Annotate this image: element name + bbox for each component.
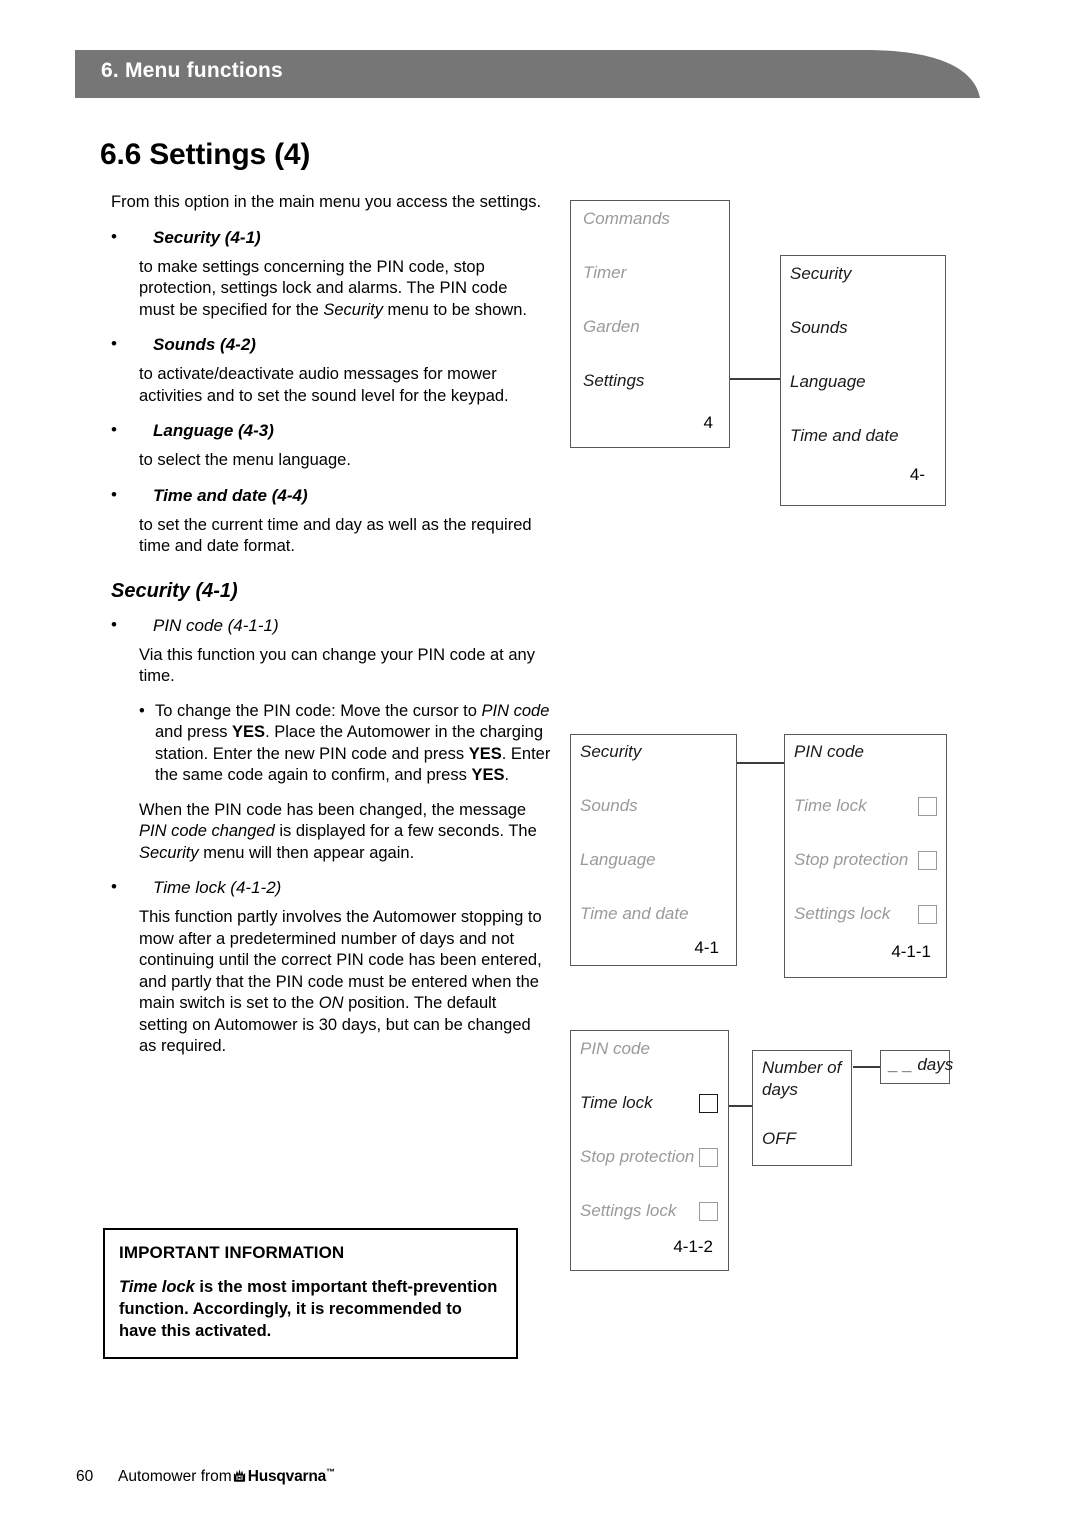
security-menu-box-2[interactable]: PIN code Time lock Stop protection Setti… [570,1030,729,1271]
intro-paragraph: From this option in the main menu you ac… [111,193,542,211]
time-lock-emphasis-on: ON [318,994,344,1012]
important-emphasis-time-lock: Time lock [119,1278,195,1296]
bullet-body-security: to make settings concerning the PIN code… [139,257,543,322]
pin-code-change-steps: To change the PIN code: Move the cursor … [111,701,555,787]
menu-item-settings-lock[interactable]: Settings lock [794,904,890,924]
husqvarna-brand: Husqvarna ™ [232,1466,335,1486]
bullet-heading-pin-code: PIN code (4-1-1) [111,614,543,637]
menu-code-security: 4-1 [694,938,719,957]
menu-item-security[interactable]: Security [580,742,641,762]
menu-code-pin-code: 4-1-1 [891,942,931,961]
pin-code-changed-message: When the PIN code has been changed, the … [139,800,543,865]
checkbox-settings-lock[interactable] [699,1202,718,1221]
pin-code-intro: Via this function you can change your PI… [139,645,535,686]
menu-item-time-lock[interactable]: Time lock [580,1093,653,1113]
important-information-body: Time lock is the most important theft-pr… [119,1276,502,1342]
menu-item-pin-code[interactable]: PIN code [794,742,864,762]
bullet-body-time-and-date: to set the current time and day as well … [139,515,532,556]
menu-item-stop-protection[interactable]: Stop protection [794,850,908,870]
menu-code-main: 4 [703,413,713,432]
menu-code-time-lock: 4-1-2 [673,1237,713,1256]
menu-item-time-and-date[interactable]: Time and date [580,904,689,924]
time-lock-body: This function partly involves the Automo… [139,907,543,1058]
changed-part-2: is displayed for a few seconds. The [274,822,537,840]
steps-yes-1: YES [232,723,266,741]
menu-item-language[interactable]: Language [790,372,866,392]
menu-code-settings: 4- [909,465,925,484]
menu-item-commands[interactable]: Commands [583,209,670,229]
chapter-title: 6. Menu functions [101,59,283,82]
important-information-box: IMPORTANT INFORMATION Time lock is the m… [103,1228,518,1359]
settings-menu-box[interactable]: Security Sounds Language Time and date 4… [780,255,946,506]
changed-emphasis-pin-code-changed: PIN code changed [139,822,275,840]
menu-item-timer[interactable]: Timer [583,263,626,283]
checkbox-time-lock[interactable] [699,1094,718,1113]
bullet-heading-security: Security (4-1) [111,226,543,249]
menu-item-language[interactable]: Language [580,850,656,870]
menu-item-time-lock[interactable]: Time lock [794,796,867,816]
steps-emphasis-pin-code: PIN code [481,701,550,720]
steps-yes-2: YES [468,744,502,763]
steps-part-2: and press [155,723,233,741]
security-text-part-2: menu to be shown. [382,300,527,319]
husqvarna-wordmark: Husqvarna [247,1468,327,1485]
chapter-header-bar: 6. Menu functions [75,50,985,98]
settings-menu-box-2[interactable]: Security Sounds Language Time and date 4… [570,734,737,966]
connector-settings-to-submenu [729,378,781,380]
main-menu-box[interactable]: Commands Timer Garden Settings 4 [570,200,730,448]
bullet-heading-sounds: Sounds (4-2) [111,333,543,356]
bullet-heading-time-and-date: Time and date (4-4) [111,484,543,507]
menu-item-off[interactable]: OFF [762,1129,796,1149]
security-emphasis: Security [323,300,383,319]
menu-item-garden[interactable]: Garden [583,317,640,337]
changed-part-3: menu will then appear again. [198,843,415,862]
menu-item-security[interactable]: Security [790,264,851,284]
menu-item-time-and-date[interactable]: Time and date [790,426,899,446]
menu-item-sounds[interactable]: Sounds [580,796,638,816]
bullet-body-sounds: to activate/deactivate audio messages fo… [139,365,509,405]
menu-item-stop-protection[interactable]: Stop protection [580,1147,694,1167]
bullet-body-language: to select the menu language. [139,451,351,469]
days-value-box[interactable]: _ _ days [880,1050,953,1084]
changed-emphasis-security: Security [139,843,199,862]
section-heading-security: Security (4-1) [111,579,238,602]
page-footer: 60 Automower from Husqvarna ™ [76,1466,335,1486]
checkbox-stop-protection[interactable] [918,851,937,870]
page-title: 6.6 Settings (4) [100,138,311,171]
changed-part-1: When the PIN code has been changed, the … [139,800,527,819]
footer-text: Automower from [118,1468,232,1485]
menu-item-sounds[interactable]: Sounds [790,318,848,338]
footer-page-number: 60 [76,1468,94,1485]
checkbox-time-lock[interactable] [918,797,937,816]
husqvarna-crown-icon [232,1468,247,1483]
security-menu-box[interactable]: PIN code Time lock Stop protection Setti… [784,734,947,978]
steps-yes-3: YES [471,766,505,784]
menu-item-settings[interactable]: Settings [583,371,644,391]
bullet-heading-time-lock: Time lock (4-1-2) [111,876,543,899]
menu-item-settings-lock[interactable]: Settings lock [580,1201,676,1221]
checkbox-settings-lock[interactable] [918,905,937,924]
menu-item-pin-code[interactable]: PIN code [580,1039,650,1059]
number-of-days-box[interactable]: Number of days OFF [752,1050,852,1166]
steps-part-5: . [504,766,510,784]
menu-item-days-value[interactable]: _ _ days [889,1055,953,1075]
body-text-column: From this option in the main menu you ac… [111,192,550,1071]
trademark-symbol: ™ [326,1467,336,1477]
important-information-title: IMPORTANT INFORMATION [119,1243,345,1262]
checkbox-stop-protection[interactable] [699,1148,718,1167]
bullet-heading-language: Language (4-3) [111,419,543,442]
connector-days-to-value [853,1066,881,1068]
steps-part-1: To change the PIN code: Move the cursor … [155,701,482,720]
menu-item-number-of-days[interactable]: Number of days [762,1057,844,1101]
connector-security-to-pin-code [736,762,786,764]
